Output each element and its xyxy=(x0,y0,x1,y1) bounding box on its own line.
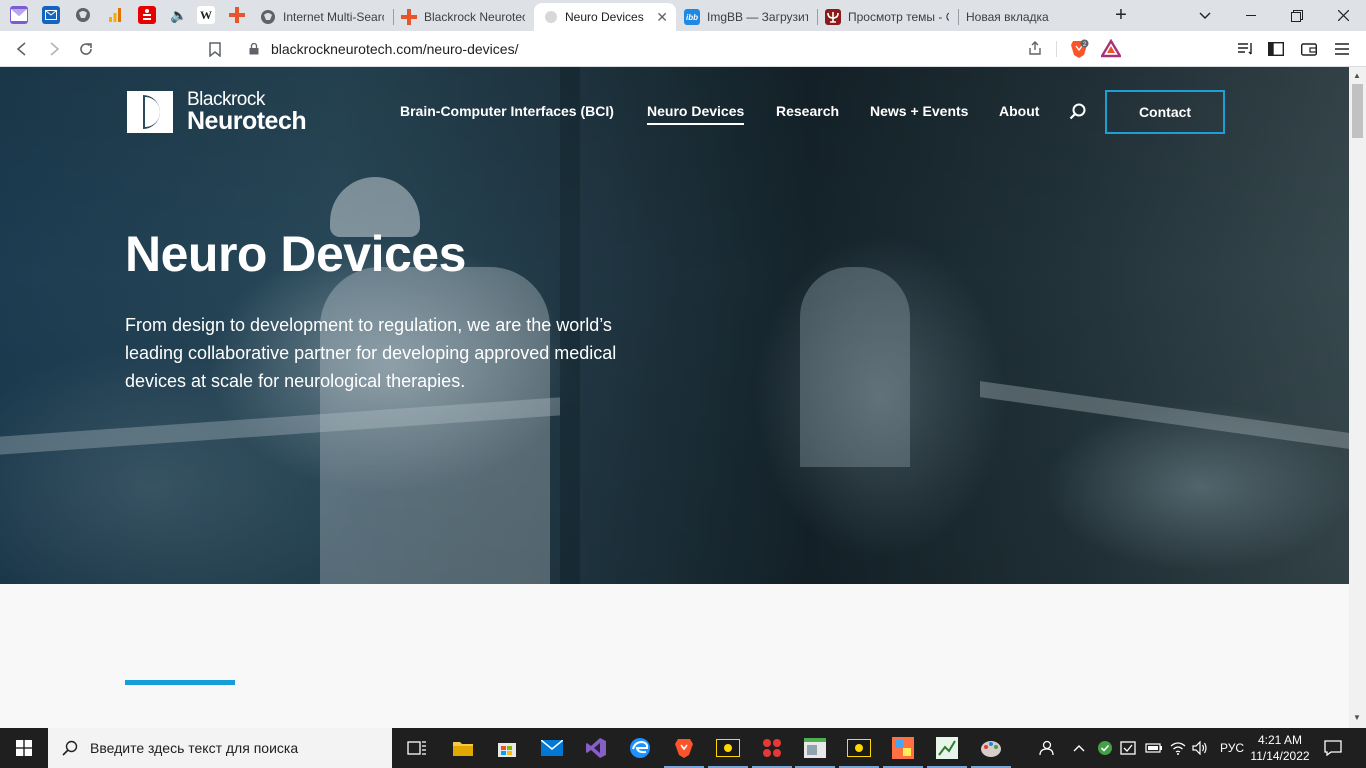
system-clock[interactable]: 4:21 AM 11/14/2022 xyxy=(1248,732,1312,764)
windows-logo-icon xyxy=(16,740,32,756)
speaker-pinned-tab[interactable]: 🔈 xyxy=(170,6,188,24)
nav-item-neuro-devices[interactable]: Neuro Devices xyxy=(647,103,745,125)
tab-imgbb[interactable]: ibb ImgBB — Загрузить xyxy=(676,3,816,31)
sidebar-icon[interactable] xyxy=(1264,37,1288,61)
taskbar-app-yellow-icon-2[interactable] xyxy=(839,736,879,768)
taskbar-app-chart-icon[interactable] xyxy=(927,736,967,768)
nav-item-about[interactable]: About xyxy=(999,103,1039,119)
logo-wordmark: Blackrock Neurotech xyxy=(187,90,307,135)
section-accent-bar xyxy=(125,680,235,685)
back-button[interactable] xyxy=(10,37,34,61)
reading-list-icon[interactable] xyxy=(1233,37,1257,61)
mail-pinned-tab[interactable] xyxy=(42,6,60,24)
tray-app-icon[interactable] xyxy=(1120,728,1136,768)
tab-internet-multi-search[interactable]: Internet Multi-Searc xyxy=(252,3,392,31)
logo-line-neurotech: Neurotech xyxy=(187,107,307,135)
analytics-pinned-tab[interactable] xyxy=(106,6,124,24)
red-cross-icon xyxy=(401,9,417,25)
reload-button[interactable] xyxy=(74,37,98,61)
page-title: Neuro Devices xyxy=(125,226,466,282)
taskbar-app-picture-icon[interactable] xyxy=(883,736,923,768)
mail-app-icon[interactable] xyxy=(540,736,564,760)
close-tab-icon[interactable]: ✕ xyxy=(650,9,668,26)
search-icon xyxy=(62,740,78,756)
taskbar-app-red-dots-icon[interactable] xyxy=(752,736,792,768)
search-icon[interactable] xyxy=(1069,103,1087,121)
wifi-icon[interactable] xyxy=(1170,728,1186,768)
wallet-icon[interactable] xyxy=(1297,37,1321,61)
taskbar-search-box[interactable]: Введите здесь текст для поиска xyxy=(48,728,392,768)
forward-button[interactable] xyxy=(42,37,66,61)
task-view-icon[interactable] xyxy=(405,736,429,760)
tab-neuro-devices[interactable]: Neuro Devices ✕ xyxy=(534,3,676,31)
bookmark-icon[interactable] xyxy=(203,37,227,61)
tab-new-tab[interactable]: Новая вкладка xyxy=(958,3,1098,31)
red-cross-pinned-tab[interactable] xyxy=(228,6,246,24)
contact-button[interactable]: Contact xyxy=(1105,90,1225,134)
new-tab-button[interactable]: + xyxy=(1098,0,1144,31)
hero-subtitle: From design to development to regulation… xyxy=(125,315,617,391)
address-bar[interactable]: blackrockneurotech.com/neuro-devices/ 2 xyxy=(237,35,1129,63)
taskbar-app-yellow-icon[interactable] xyxy=(708,736,748,768)
hero-section: Blackrock Neurotech Brain-Computer Inter… xyxy=(0,67,1349,584)
globe-pinned-tab[interactable] xyxy=(74,6,92,24)
tab-blackrock-neurotech[interactable]: Blackrock Neurotec xyxy=(393,3,533,31)
clock-date: 11/14/2022 xyxy=(1250,749,1310,763)
browser-tab-strip: 🔈 W Internet Multi-Searc Blackrock Neuro… xyxy=(0,0,1366,31)
browser-toolbar: blackrockneurotech.com/neuro-devices/ 2 xyxy=(0,31,1366,67)
brave-rewards-icon[interactable] xyxy=(1101,39,1121,59)
language-indicator[interactable]: РУС xyxy=(1220,728,1244,768)
restore-button[interactable] xyxy=(1274,0,1320,31)
web-page: Blackrock Neurotech Brain-Computer Inter… xyxy=(0,67,1349,728)
security-check-icon[interactable] xyxy=(1097,728,1113,768)
nav-item-bci[interactable]: Brain-Computer Interfaces (BCI) xyxy=(400,103,614,119)
blackrock-neurotech-logo[interactable]: Blackrock Neurotech xyxy=(127,90,307,135)
visual-studio-icon[interactable] xyxy=(584,736,608,760)
page-scrollbar[interactable]: ▲ ▼ xyxy=(1349,67,1366,728)
edge-icon[interactable] xyxy=(628,736,652,760)
close-window-button[interactable] xyxy=(1320,0,1366,31)
proton-mail-pinned-tab[interactable] xyxy=(10,6,28,24)
taskbar-app-paint-icon[interactable] xyxy=(971,736,1011,768)
nav-item-news-events[interactable]: News + Events xyxy=(870,103,968,119)
tab-search-chevron-icon[interactable] xyxy=(1182,0,1228,31)
start-button[interactable] xyxy=(0,728,48,768)
volume-icon[interactable] xyxy=(1192,728,1208,768)
people-icon[interactable] xyxy=(1036,728,1054,768)
imgbb-icon: ibb xyxy=(684,9,700,25)
psi-icon xyxy=(825,9,841,25)
taskbar-app-window-icon[interactable] xyxy=(795,736,835,768)
scroll-down-arrow-icon[interactable]: ▼ xyxy=(1353,713,1361,722)
sparkasse-pinned-tab[interactable] xyxy=(138,6,156,24)
file-explorer-icon[interactable] xyxy=(451,736,475,760)
share-icon[interactable] xyxy=(1027,40,1043,59)
taskbar-search-placeholder: Введите здесь текст для поиска xyxy=(90,740,299,756)
url-text: blackrockneurotech.com/neuro-devices/ xyxy=(271,41,519,57)
blackrock-logo-icon xyxy=(542,9,558,25)
blackrock-logo-mark-icon xyxy=(127,91,173,133)
nav-item-research[interactable]: Research xyxy=(776,103,839,119)
brave-taskbar-icon[interactable] xyxy=(664,736,704,768)
minimize-button[interactable] xyxy=(1228,0,1274,31)
tray-chevron-up-icon[interactable] xyxy=(1073,728,1085,768)
notifications-icon[interactable] xyxy=(1324,728,1342,768)
scroll-up-arrow-icon[interactable]: ▲ xyxy=(1353,71,1361,80)
globe-icon xyxy=(260,9,276,25)
wikipedia-pinned-tab[interactable]: W xyxy=(197,6,215,24)
menu-icon[interactable] xyxy=(1330,37,1354,61)
scrollbar-thumb[interactable] xyxy=(1352,84,1363,138)
brave-shields-icon[interactable]: 2 xyxy=(1069,39,1089,59)
clock-time: 4:21 AM xyxy=(1257,733,1303,747)
microsoft-store-icon[interactable] xyxy=(495,736,519,760)
lock-icon xyxy=(249,43,259,55)
wikipedia-w-icon: W xyxy=(200,7,212,22)
windows-taskbar: Введите здесь текст для поиска РУС 4:21 … xyxy=(0,728,1366,768)
battery-icon[interactable] xyxy=(1145,728,1163,768)
omnibox-divider xyxy=(1056,41,1057,57)
tab-prosmotr-temy[interactable]: Просмотр темы - С xyxy=(817,3,957,31)
